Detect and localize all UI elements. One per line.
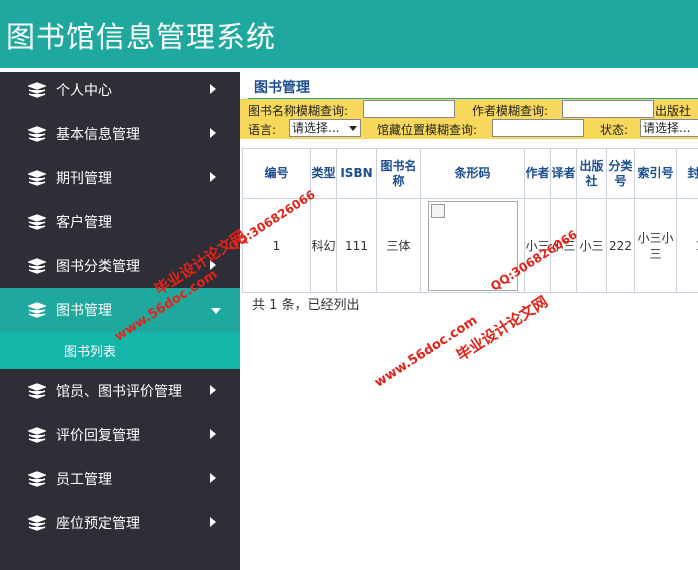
stack-icon <box>28 258 46 274</box>
chevron-right-icon <box>210 172 216 182</box>
cell-index-no: 小三小三 <box>634 198 677 293</box>
book-table: 编号 类型 ISBN 图书名称 条形码 作者 译者 出版社 分类号 索引号 封面… <box>242 148 698 293</box>
book-table-container: 编号 类型 ISBN 图书名称 条形码 作者 译者 出版社 分类号 索引号 封面… <box>240 148 698 294</box>
stack-icon <box>28 383 46 399</box>
app-header: 图书馆信息管理系统 <box>0 0 698 68</box>
list-status-text: 共 1 条，已经列出 <box>252 298 360 313</box>
sidebar-item-label: 个人中心 <box>56 83 112 99</box>
cell-publisher: 小三 <box>576 198 607 293</box>
location-filter-label: 馆藏位置模糊查询: <box>377 123 478 137</box>
sidebar-item-personal-center[interactable]: 个人中心 <box>0 68 240 112</box>
stack-icon <box>28 126 46 142</box>
sidebar-item-label: 期刊管理 <box>56 171 112 187</box>
dropdown-caret-icon <box>349 126 357 131</box>
stack-icon <box>28 170 46 186</box>
sidebar-item-label: 基本信息管理 <box>56 127 140 143</box>
sidebar-item-label: 图书管理 <box>56 303 112 319</box>
column-header[interactable]: 类型 <box>310 148 337 199</box>
sidebar-item-label: 员工管理 <box>56 472 112 488</box>
language-select-value: 请选择... <box>292 121 340 135</box>
chevron-right-icon <box>210 128 216 138</box>
status-filter-label: 状态: <box>600 123 629 137</box>
cell-cover: 1 <box>676 198 698 293</box>
sidebar-item-staff[interactable]: 员工管理 <box>0 457 240 501</box>
stack-icon <box>28 471 46 487</box>
search-filter-panel: 图书名称模糊查询: 作者模糊查询: 出版社 语言: 请选择... 馆藏位置模糊查… <box>240 99 698 139</box>
cell-type: 科幻 <box>310 198 337 293</box>
sidebar-item-basic-info[interactable]: 基本信息管理 <box>0 112 240 156</box>
column-header[interactable]: ISBN <box>336 148 377 199</box>
status-select[interactable]: 请选择... <box>640 119 698 137</box>
language-select[interactable]: 请选择... <box>289 119 361 137</box>
location-filter-input[interactable] <box>492 119 584 137</box>
column-header[interactable]: 分类号 <box>606 148 635 199</box>
book-name-filter-input[interactable] <box>363 100 455 118</box>
sidebar-item-review-replies[interactable]: 评价回复管理 <box>0 413 240 457</box>
status-select-value: 请选择... <box>643 121 691 135</box>
chevron-right-icon <box>210 429 216 439</box>
column-header[interactable]: 封面 <box>676 148 698 199</box>
book-name-filter-label: 图书名称模糊查询: <box>248 104 349 118</box>
section-title: 图书管理 <box>254 80 310 96</box>
sidebar-item-librarian-reviews[interactable]: 馆员、图书评价管理 <box>0 369 240 413</box>
sidebar-item-label: 客户管理 <box>56 215 112 231</box>
column-header[interactable]: 编号 <box>242 148 311 199</box>
table-row[interactable]: 1 科幻 111 三体 小三 小三 小三 222 小三小三 1 <box>242 198 698 293</box>
chevron-right-icon <box>210 473 216 483</box>
stack-icon <box>28 214 46 230</box>
sidebar-item-customers[interactable]: 客户管理 <box>0 200 240 244</box>
sidebar-item-label: 评价回复管理 <box>56 428 140 444</box>
author-filter-label: 作者模糊查询: <box>472 104 549 118</box>
column-header[interactable]: 作者 <box>524 148 551 199</box>
publisher-filter-label: 出版社 <box>655 104 692 118</box>
stack-icon <box>28 302 46 318</box>
sidebar-subitem-label: 图书列表 <box>64 345 117 360</box>
column-header[interactable]: 译者 <box>550 148 577 199</box>
language-filter-label: 语言: <box>248 123 277 137</box>
stack-icon <box>28 427 46 443</box>
sidebar-item-label: 座位预定管理 <box>56 516 140 532</box>
stack-icon <box>28 515 46 531</box>
column-header[interactable]: 索引号 <box>634 148 677 199</box>
cell-book-name: 三体 <box>376 198 421 293</box>
chevron-right-icon <box>210 385 216 395</box>
author-filter-input[interactable] <box>562 100 654 118</box>
cell-class-no: 222 <box>606 198 635 293</box>
broken-image-icon <box>430 203 445 218</box>
stack-icon <box>28 82 46 98</box>
sidebar: 个人中心 基本信息管理 期刊管理 客户管理 图书分类管理 图书管理 图书列表 馆… <box>0 68 240 570</box>
chevron-right-icon <box>210 84 216 94</box>
chevron-down-icon <box>211 308 221 314</box>
sidebar-item-label: 图书分类管理 <box>56 259 140 275</box>
sidebar-item-label: 馆员、图书评价管理 <box>56 384 182 400</box>
app-title: 图书馆信息管理系统 <box>6 20 277 54</box>
sidebar-item-periodicals[interactable]: 期刊管理 <box>0 156 240 200</box>
chevron-right-icon <box>210 517 216 527</box>
sidebar-item-seat-booking[interactable]: 座位预定管理 <box>0 501 240 545</box>
column-header[interactable]: 条形码 <box>420 148 525 199</box>
column-header[interactable]: 图书名称 <box>376 148 421 199</box>
column-header[interactable]: 出版社 <box>576 148 607 199</box>
cell-isbn: 111 <box>336 198 377 293</box>
